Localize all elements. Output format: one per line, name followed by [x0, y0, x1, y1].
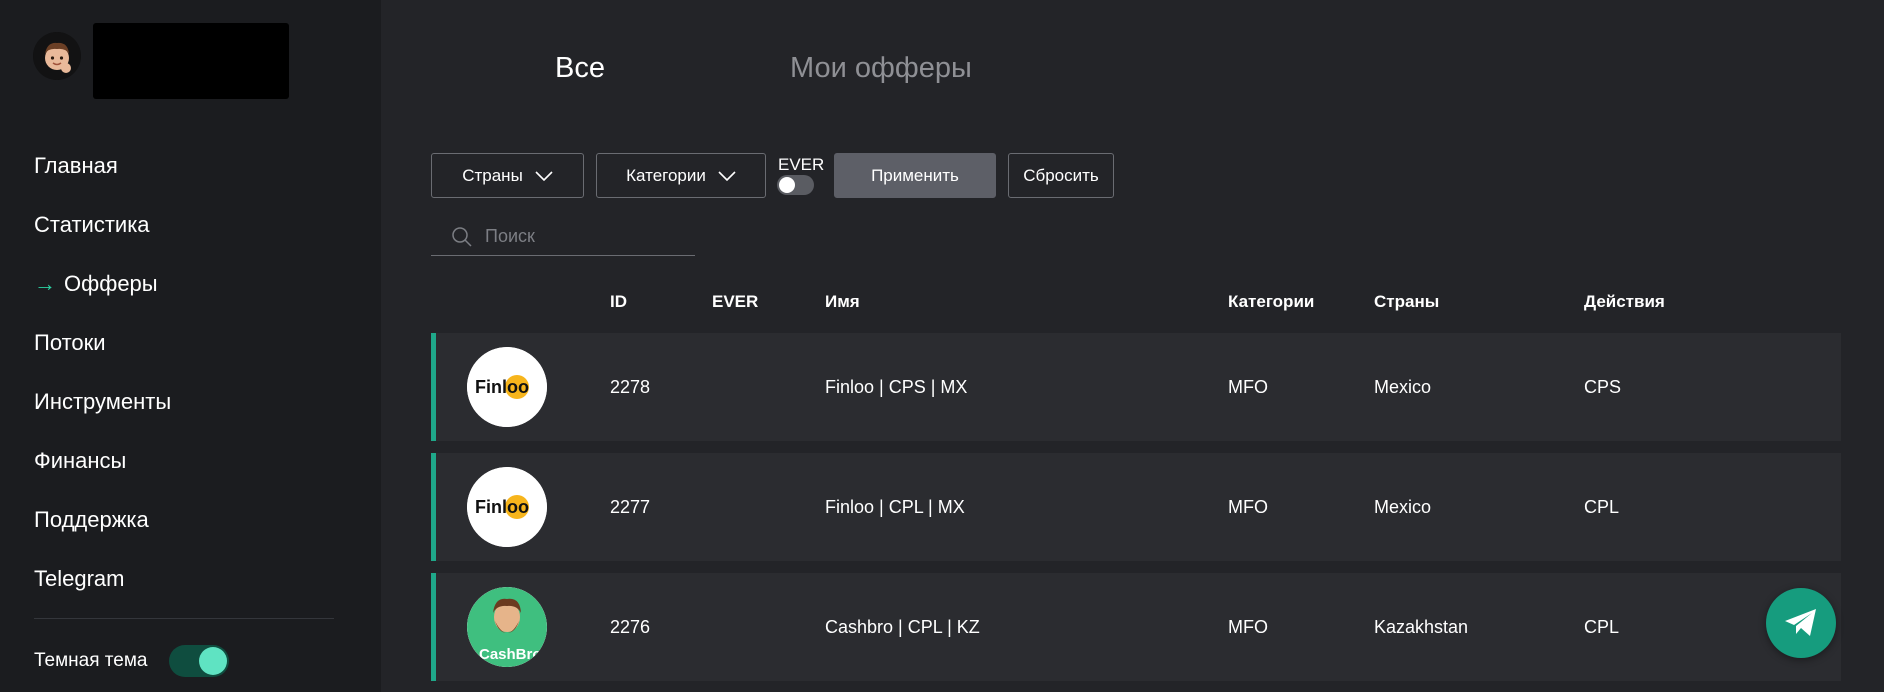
- telegram-icon: [1785, 609, 1816, 636]
- countries-dropdown-label: Страны: [462, 165, 523, 185]
- sidebar-item-telegram[interactable]: Telegram: [34, 549, 171, 608]
- sidebar-item-offers[interactable]: → Офферы: [34, 254, 171, 313]
- logo-text: Finloo: [475, 497, 529, 517]
- offer-category: MFO: [1228, 616, 1268, 637]
- toggle-knob: [779, 177, 795, 193]
- offer-category: MFO: [1228, 496, 1268, 517]
- sidebar-item-support[interactable]: Поддержка: [34, 490, 171, 549]
- offer-action: CPS: [1584, 376, 1622, 397]
- categories-dropdown[interactable]: Категории: [596, 153, 766, 198]
- table-row[interactable]: CashBro 2276 Cashbro | CPL | KZ MFO Kaza…: [431, 573, 1841, 681]
- sidebar-item-home[interactable]: Главная: [34, 136, 171, 195]
- telegram-floating-button[interactable]: [1766, 588, 1836, 658]
- offer-category: MFO: [1228, 376, 1268, 397]
- offer-name[interactable]: Finloo | CPL | MX: [825, 453, 965, 561]
- profile-name-redacted: [93, 23, 289, 99]
- theme-row: Темная тема: [34, 645, 230, 677]
- active-arrow-icon: →: [34, 270, 56, 296]
- sidebar-item-label: Главная: [34, 152, 118, 178]
- sidebar-item-streams[interactable]: Потоки: [34, 313, 171, 372]
- table-row[interactable]: Finloo 2277 Finloo | CPL | MX MFO Mexico…: [431, 453, 1841, 561]
- ever-filter-toggle[interactable]: [777, 175, 814, 195]
- sidebar-item-tools[interactable]: Инструменты: [34, 372, 171, 431]
- dark-theme-toggle[interactable]: [169, 645, 230, 677]
- sidebar-item-label: Финансы: [34, 447, 127, 473]
- sidebar-item-label: Потоки: [34, 329, 106, 355]
- search-field: [431, 218, 695, 256]
- offer-logo-cashbro: CashBro: [467, 587, 547, 667]
- table-row[interactable]: Finloo 2278 Finloo | CPS | MX MFO Mexico…: [431, 333, 1841, 441]
- logo-text: CashBro: [479, 646, 542, 663]
- dark-theme-label: Темная тема: [34, 650, 148, 671]
- countries-dropdown[interactable]: Страны: [431, 153, 584, 198]
- offer-id: 2278: [610, 376, 651, 397]
- offer-action: CPL: [1584, 616, 1620, 637]
- profile-avatar[interactable]: [33, 32, 81, 80]
- column-header-ever[interactable]: EVER: [712, 292, 758, 312]
- sidebar-item-statistics[interactable]: Статистика: [34, 195, 171, 254]
- column-header-countries[interactable]: Страны: [1374, 292, 1439, 312]
- offer-name[interactable]: Cashbro | CPL | KZ: [825, 573, 980, 681]
- sidebar: Главная Статистика → Офферы Потоки Инстру…: [0, 0, 381, 692]
- offer-country: Mexico: [1374, 376, 1432, 397]
- reset-button[interactable]: Сбросить: [1008, 153, 1114, 198]
- toggle-knob: [199, 647, 228, 675]
- column-header-actions[interactable]: Действия: [1584, 292, 1665, 312]
- offer-id: 2276: [610, 616, 651, 637]
- chevron-down-icon: [718, 170, 736, 181]
- column-header-categories[interactable]: Категории: [1228, 292, 1314, 312]
- search-icon: [452, 226, 472, 247]
- column-header-name[interactable]: Имя: [825, 292, 860, 312]
- sidebar-item-label: Офферы: [64, 270, 158, 296]
- ever-filter-label: EVER: [778, 155, 825, 174]
- search-input[interactable]: [485, 226, 685, 247]
- tab-my-offers[interactable]: Мои офферы: [790, 52, 972, 85]
- sidebar-item-label: Поддержка: [34, 506, 149, 532]
- offer-logo-finloo: Finloo: [467, 467, 547, 547]
- tab-all[interactable]: Все: [555, 52, 605, 85]
- column-header-id[interactable]: ID: [610, 292, 627, 312]
- sidebar-item-finance[interactable]: Финансы: [34, 431, 171, 490]
- apply-button[interactable]: Применить: [834, 153, 996, 198]
- chevron-down-icon: [535, 170, 553, 181]
- sidebar-nav: Главная Статистика → Офферы Потоки Инстру…: [34, 136, 171, 608]
- offer-country: Kazakhstan: [1374, 616, 1469, 637]
- sidebar-item-label: Telegram: [34, 565, 125, 591]
- categories-dropdown-label: Категории: [626, 165, 706, 185]
- offer-logo-finloo: Finloo: [467, 347, 547, 427]
- offer-id: 2277: [610, 496, 651, 517]
- sidebar-divider: [34, 618, 334, 619]
- logo-text: Finloo: [475, 377, 529, 397]
- offer-name[interactable]: Finloo | CPS | MX: [825, 333, 967, 441]
- offer-country: Mexico: [1374, 496, 1432, 517]
- offer-action: CPL: [1584, 496, 1620, 517]
- sidebar-item-label: Инструменты: [34, 388, 172, 414]
- sidebar-item-label: Статистика: [34, 211, 150, 237]
